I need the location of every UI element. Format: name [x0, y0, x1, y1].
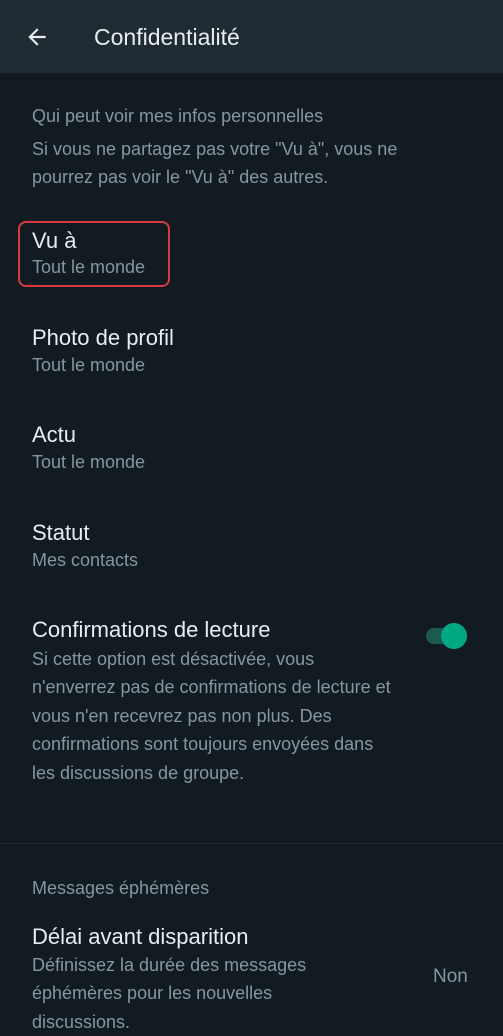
- setting-value: Mes contacts: [32, 550, 139, 570]
- setting-title: Actu: [32, 422, 77, 447]
- toggle-thumb: [441, 623, 467, 649]
- setting-item-profile-photo[interactable]: Photo de profil Tout le monde: [0, 313, 503, 393]
- setting-title: Statut: [32, 520, 90, 545]
- section-header-personal-info: Qui peut voir mes infos personnelles: [32, 106, 324, 126]
- setting-item-about[interactable]: Actu Tout le monde: [0, 411, 503, 491]
- arrow-left-icon: [28, 28, 46, 46]
- setting-title: Délai avant disparition: [32, 924, 249, 949]
- setting-title: Confirmations de lecture: [32, 617, 271, 642]
- section-divider: [0, 843, 503, 844]
- back-button[interactable]: [22, 22, 52, 52]
- default-timer-description: Définissez la durée des messages éphémèr…: [32, 955, 307, 1032]
- setting-value: Tout le monde: [32, 355, 146, 375]
- read-receipts-description: Si cette option est désactivée, vous n'e…: [32, 649, 391, 783]
- highlight-box: [18, 221, 170, 287]
- app-bar: Confidentialité: [0, 0, 503, 73]
- setting-title: Photo de profil: [32, 325, 174, 350]
- page-title: Confidentialité: [94, 24, 240, 50]
- read-receipts-toggle[interactable]: [424, 623, 468, 649]
- default-timer-value: Non: [433, 966, 468, 987]
- section-header-ephemeral: Messages éphémères: [32, 878, 210, 898]
- last-seen-note: Si vous ne partagez pas votre "Vu à", vo…: [32, 139, 398, 187]
- setting-value: Tout le monde: [32, 452, 146, 472]
- setting-item-status[interactable]: Statut Mes contacts: [0, 509, 503, 589]
